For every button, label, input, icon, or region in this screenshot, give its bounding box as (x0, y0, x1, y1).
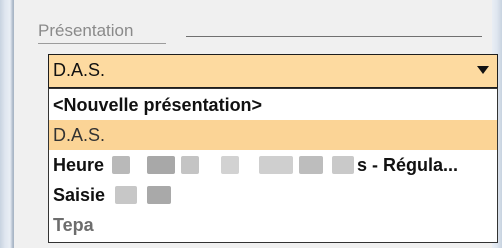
redaction-block (299, 156, 323, 174)
presentation-combo[interactable]: D.A.S. (48, 54, 498, 88)
redaction-block (147, 186, 171, 204)
option-label-start: Saisie (53, 185, 106, 205)
redaction-block (181, 156, 199, 174)
option-tepa[interactable]: Tepa (49, 210, 497, 240)
combo-value: D.A.S. (53, 60, 106, 80)
redaction-block (147, 156, 175, 174)
presentation-panel: Présentation D.A.S. <Nouvelle présentati… (14, 0, 498, 248)
dropdown-arrow-icon[interactable] (477, 66, 489, 74)
option-label: D.A.S. (53, 125, 106, 145)
option-label: Tepa (53, 215, 94, 235)
redaction-block (221, 156, 239, 174)
redaction-block (259, 156, 293, 174)
redaction-block (115, 186, 137, 204)
option-das[interactable]: D.A.S. (49, 120, 497, 150)
redaction-block (332, 156, 354, 174)
group-title-underline (38, 43, 166, 44)
option-label-end: s - Régula... (357, 155, 459, 175)
option-new-presentation[interactable]: <Nouvelle présentation> (49, 90, 497, 120)
option-label: <Nouvelle présentation> (53, 95, 263, 115)
group-separator (186, 36, 482, 37)
redaction-block (112, 156, 130, 174)
option-label-start: Heure (53, 155, 105, 175)
option-saisie[interactable]: Saisie (49, 180, 497, 210)
presentation-dropdown-list: <Nouvelle présentation> D.A.S. Heure s -… (48, 88, 498, 243)
window-frame-left (0, 0, 14, 248)
group-title: Présentation (38, 21, 134, 40)
option-heures[interactable]: Heure s - Régula... (49, 150, 497, 180)
